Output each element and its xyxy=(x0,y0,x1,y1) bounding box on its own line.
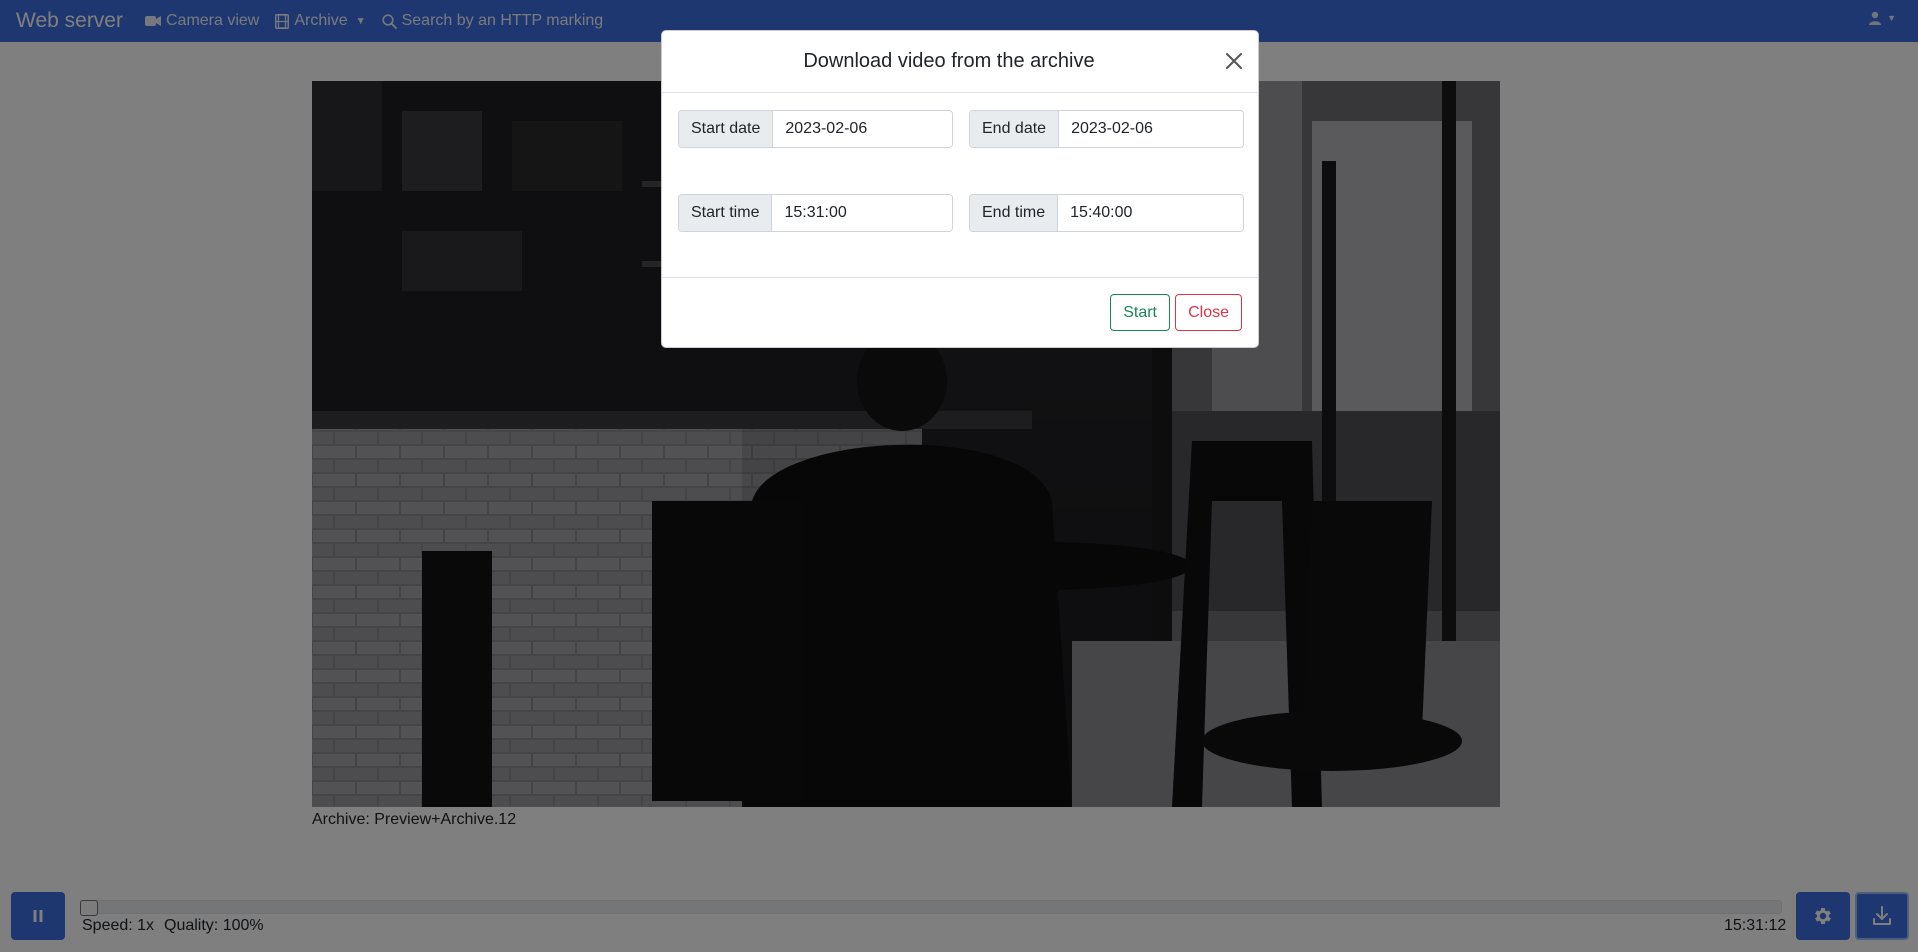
close-icon[interactable] xyxy=(1222,49,1246,73)
start-time-label: Start time xyxy=(679,195,773,231)
end-time-label: End time xyxy=(970,195,1059,231)
end-date-input[interactable]: 2023-02-06 xyxy=(1059,111,1243,147)
modal-title: Download video from the archive xyxy=(803,50,1095,72)
start-button[interactable]: Start xyxy=(1110,294,1170,331)
start-date-group: Start date 2023-02-06 xyxy=(678,110,953,148)
modal-footer: Start Close xyxy=(662,277,1258,347)
end-date-group: End date 2023-02-06 xyxy=(969,110,1244,148)
end-date-label: End date xyxy=(970,111,1060,147)
modal-header: Download video from the archive xyxy=(662,31,1258,93)
start-time-input[interactable]: 15:31:00 xyxy=(772,195,952,231)
close-button[interactable]: Close xyxy=(1175,294,1242,331)
end-time-group: End time 15:40:00 xyxy=(969,194,1244,232)
start-date-input[interactable]: 2023-02-06 xyxy=(773,111,952,147)
download-archive-modal: Download video from the archive Start da… xyxy=(661,30,1259,348)
start-time-group: Start time 15:31:00 xyxy=(678,194,953,232)
end-time-input[interactable]: 15:40:00 xyxy=(1058,195,1243,231)
start-date-label: Start date xyxy=(679,111,774,147)
